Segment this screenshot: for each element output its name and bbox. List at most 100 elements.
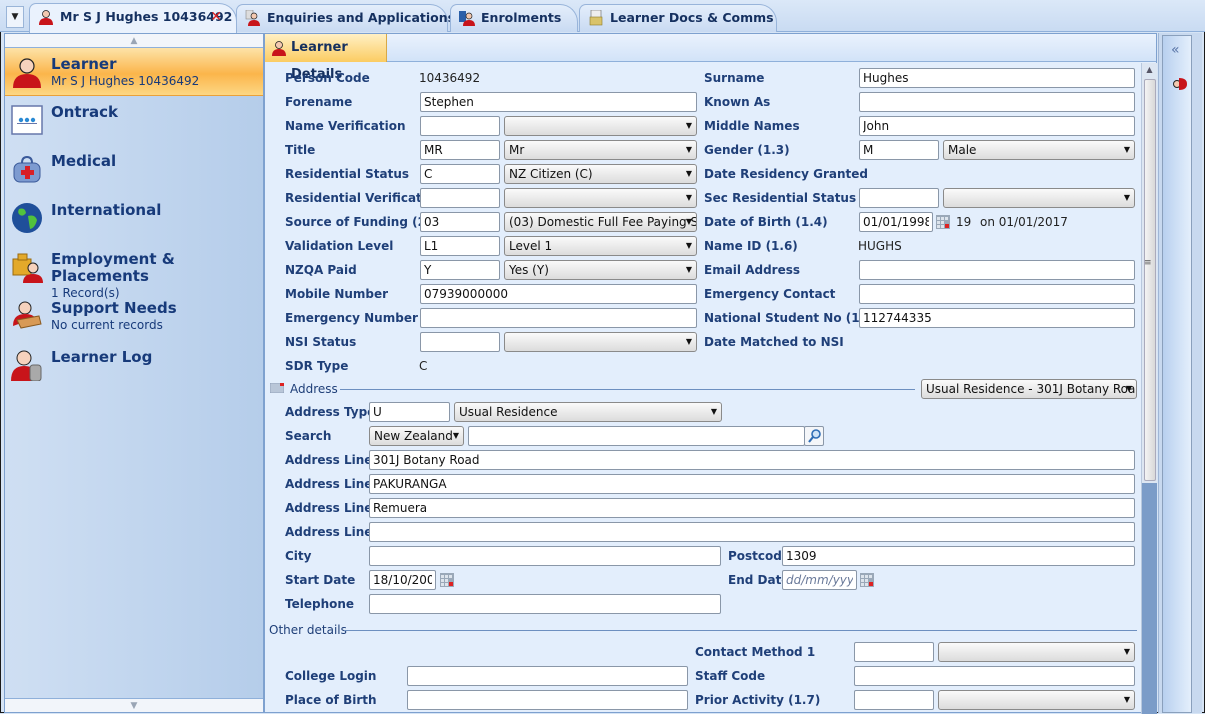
sec-residential-status-select[interactable]: ▼ (943, 188, 1135, 208)
tab-strip: ▼ Mr S J Hughes 10436492 ✕ Enquiries and… (0, 0, 1205, 33)
nzqa-paid-code-input[interactable] (420, 260, 500, 280)
surname-label: Surname (704, 71, 765, 85)
end-date-input[interactable] (782, 570, 857, 590)
gender-code-input[interactable] (859, 140, 939, 160)
emergency-contact-input[interactable] (859, 284, 1135, 304)
known-as-input[interactable] (859, 92, 1135, 112)
address-type-code-input[interactable] (369, 402, 450, 422)
title-select[interactable]: Mr ▼ (504, 140, 697, 160)
employment-icon (12, 253, 43, 283)
learner-icon[interactable] (1171, 76, 1187, 92)
source-of-funding-code-input[interactable] (420, 212, 500, 232)
address-selector[interactable]: Usual Residence - 301J Botany Road ▼ (921, 379, 1137, 399)
learner-icon (39, 10, 53, 25)
sidebar-item-medical[interactable]: Medical (5, 145, 263, 194)
place-of-birth-label: Place of Birth (285, 693, 377, 707)
date-of-birth-input[interactable] (859, 212, 933, 232)
address-line-2-input[interactable] (369, 474, 1135, 494)
calendar-icon[interactable] (936, 215, 950, 229)
residential-verification-code-input[interactable] (420, 188, 500, 208)
tab-learner-docs-comms[interactable]: Learner Docs & Comms (579, 4, 777, 32)
form-scrollbar[interactable]: ▲ ≡ (1141, 63, 1157, 714)
sec-residential-status-code-input[interactable] (859, 188, 939, 208)
sidebar-item-employment-placements[interactable]: Employment & Placements 1 Record(s) (5, 243, 263, 300)
prior-activity-code-input[interactable] (854, 690, 934, 710)
sidebar-item-support-needs[interactable]: Support Needs No current records (5, 292, 263, 341)
sidebar-item-learner-log[interactable]: Learner Log (5, 341, 263, 390)
residential-status-select[interactable]: NZ Citizen (C) ▼ (504, 164, 697, 184)
email-address-input[interactable] (859, 260, 1135, 280)
address-line-3-input[interactable] (369, 498, 1135, 518)
dropdown-arrow-icon: ▼ (685, 121, 692, 130)
dropdown-arrow-icon: ▼ (685, 217, 692, 226)
postcode-input[interactable] (782, 546, 1135, 566)
sidebar-item-title: Employment & Placements (51, 250, 175, 285)
nsi-status-code-input[interactable] (420, 332, 500, 352)
name-verification-select[interactable]: ▼ (504, 116, 697, 136)
tab-enrolments[interactable]: Enrolments (450, 4, 578, 32)
tab-enquiries-applications[interactable]: Enquiries and Applications (236, 4, 455, 32)
sidebar-scroll-up[interactable]: ▲ (5, 34, 263, 48)
nsi-status-select[interactable]: ▼ (504, 332, 697, 352)
scrollbar-track[interactable] (1142, 483, 1157, 714)
residential-verification-select[interactable]: ▼ (504, 188, 697, 208)
dropdown-arrow-icon: ▼ (685, 241, 692, 250)
place-of-birth-input[interactable] (407, 690, 688, 710)
expand-panel-icon[interactable]: « (1171, 42, 1180, 58)
title-label: Title (285, 143, 316, 157)
surname-input[interactable] (859, 68, 1135, 88)
source-of-funding-select[interactable]: (03) Domestic Full Fee Paying St ▼ (504, 212, 697, 232)
sidebar-item-title: Learner (51, 55, 117, 73)
learner-icon (272, 41, 286, 56)
contact-method-1-select[interactable]: ▼ (938, 642, 1135, 662)
middle-names-input[interactable] (859, 116, 1135, 136)
gender-select[interactable]: Male ▼ (943, 140, 1135, 160)
dropdown-arrow-icon: ▼ (1123, 695, 1130, 704)
tab-menu-button[interactable]: ▼ (6, 6, 24, 28)
address-search-button[interactable] (804, 426, 824, 446)
college-login-input[interactable] (407, 666, 688, 686)
staff-code-input[interactable] (854, 666, 1135, 686)
select-value: Usual Residence - 301J Botany Road (926, 382, 1137, 396)
validation-level-select[interactable]: Level 1 ▼ (504, 236, 697, 256)
contact-method-1-code-input[interactable] (854, 642, 934, 662)
tab-learner-record[interactable]: Mr S J Hughes 10436492 ✕ (29, 3, 237, 33)
validation-level-code-input[interactable] (420, 236, 500, 256)
select-value: Level 1 (509, 239, 553, 253)
sidebar-item-ontrack[interactable]: Ontrack (5, 96, 263, 145)
title-code-input[interactable] (420, 140, 500, 160)
scrollbar-thumb[interactable] (1144, 79, 1156, 481)
national-student-no-input[interactable] (859, 308, 1135, 328)
address-search-input[interactable] (468, 426, 805, 446)
calendar-icon[interactable] (440, 573, 454, 587)
person-code-label: Person Code (285, 71, 370, 85)
nzqa-paid-label: NZQA Paid (285, 263, 357, 277)
country-select[interactable]: New Zealand ▼ (369, 426, 464, 446)
city-input[interactable] (369, 546, 721, 566)
sidebar-item-title: International (51, 201, 162, 219)
right-collapsed-panel: « (1162, 35, 1192, 713)
telephone-input[interactable] (369, 594, 721, 614)
address-type-select[interactable]: Usual Residence ▼ (454, 402, 722, 422)
support-handshake-icon (13, 301, 42, 329)
name-verification-code-input[interactable] (420, 116, 500, 136)
nzqa-paid-select[interactable]: Yes (Y) ▼ (504, 260, 697, 280)
address-line-4-input[interactable] (369, 522, 1135, 542)
person-code-value: 10436492 (419, 71, 481, 85)
sidebar-item-learner[interactable]: Learner Mr S J Hughes 10436492 (5, 48, 263, 96)
panel-tab-learner-details[interactable]: Learner Details (265, 34, 387, 82)
forename-input[interactable] (420, 92, 697, 112)
close-tab-icon[interactable]: ✕ (210, 4, 222, 30)
scrollbar-grip-icon: ≡ (1144, 258, 1152, 268)
sidebar-scroll-down[interactable]: ▼ (5, 698, 263, 712)
address-line-1-input[interactable] (369, 450, 1135, 470)
emergency-number-input[interactable] (420, 308, 697, 328)
calendar-icon[interactable] (860, 573, 874, 587)
mobile-number-input[interactable] (420, 284, 697, 304)
scroll-up-arrow-icon[interactable]: ▲ (1142, 63, 1157, 77)
select-value: (03) Domestic Full Fee Paying St (509, 215, 697, 229)
prior-activity-select[interactable]: ▼ (938, 690, 1135, 710)
start-date-input[interactable] (369, 570, 436, 590)
sidebar-item-international[interactable]: International (5, 194, 263, 243)
residential-status-code-input[interactable] (420, 164, 500, 184)
